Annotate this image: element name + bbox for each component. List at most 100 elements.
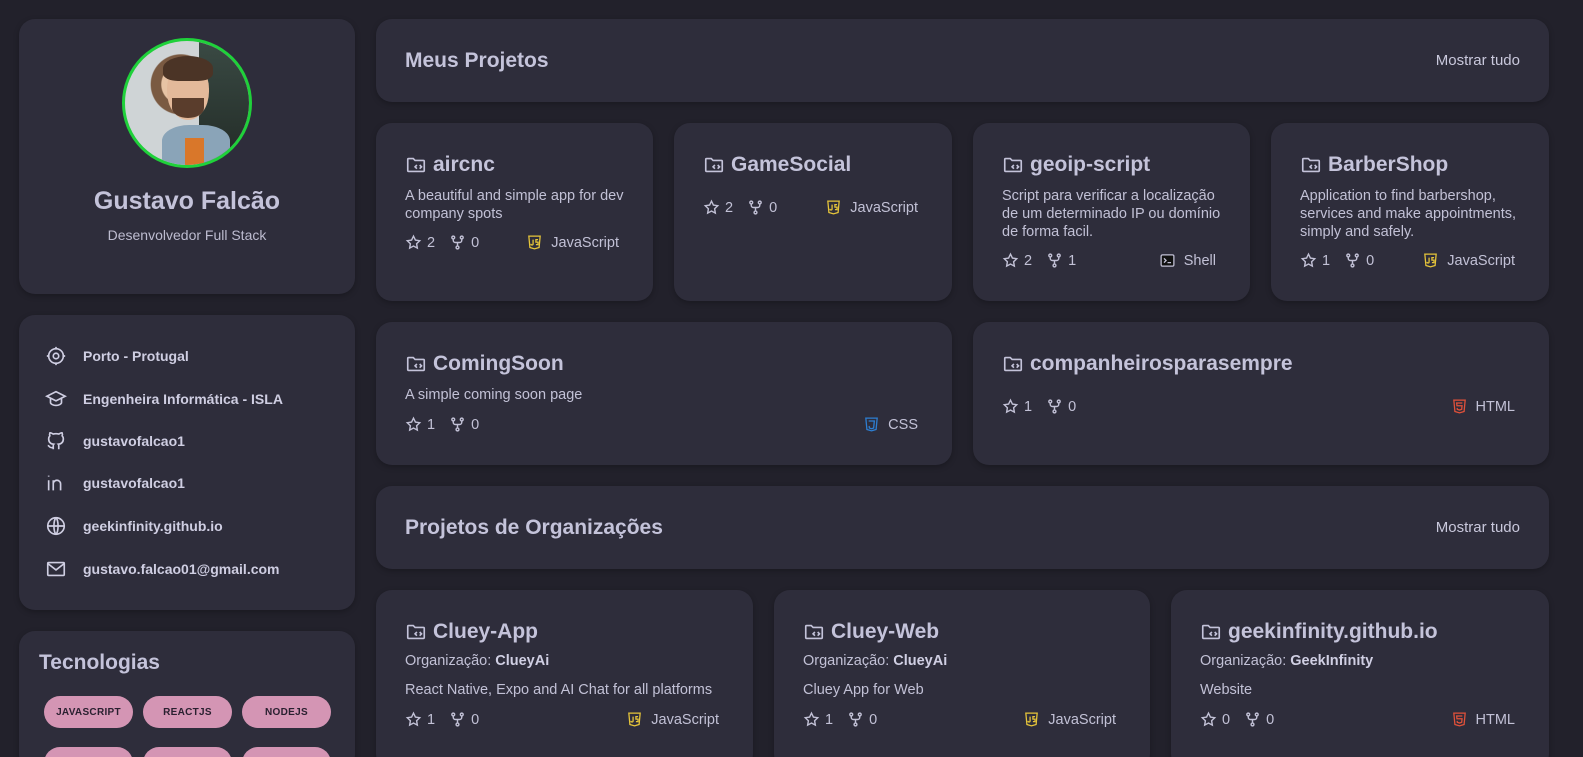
css-icon xyxy=(865,417,879,432)
repo-name[interactable]: companheirosparasempre xyxy=(1030,352,1293,376)
repo-language: HTML xyxy=(1451,398,1515,415)
repo-description: Script para verificar a localização de u… xyxy=(1002,188,1221,240)
repo-name[interactable]: aircnc xyxy=(433,153,495,177)
javascript-icon xyxy=(628,712,642,727)
repo-language: JavaScript xyxy=(526,234,619,251)
org-line: Organização: ClueyAi xyxy=(803,653,947,669)
education-row: Engenheira Informática - ISLA xyxy=(45,387,283,411)
fork-count: 0 xyxy=(471,234,480,251)
repo-name[interactable]: geoip-script xyxy=(1030,153,1150,177)
repo-name[interactable]: ComingSoon xyxy=(433,352,564,376)
email-row[interactable]: gustavo.falcao01@gmail.com xyxy=(45,557,280,581)
tech-chip: REACTJS xyxy=(143,696,232,728)
org-line: Organização: ClueyAi xyxy=(405,653,549,669)
star-count: 1 xyxy=(427,416,436,433)
repo-name[interactable]: Cluey-Web xyxy=(831,620,939,644)
linkedin-row[interactable]: gustavofalcao1 xyxy=(45,471,185,495)
projects-title: Meus Projetos xyxy=(405,49,549,72)
fork-icon xyxy=(849,712,862,727)
repo-stats: 1 0 xyxy=(405,416,479,433)
org-line: Organização: GeekInfinity xyxy=(1200,653,1373,669)
fork-icon xyxy=(451,417,464,432)
repo-header: Cluey-App xyxy=(405,620,538,644)
tech-chip-partial xyxy=(242,747,331,757)
repo-name[interactable]: geekinfinity.github.io xyxy=(1228,620,1438,644)
repo-header: Cluey-Web xyxy=(803,620,939,644)
repo-stats: 2 0 xyxy=(703,199,777,216)
star-icon xyxy=(1002,398,1019,414)
repo-card-comingsoon[interactable]: ComingSoon A simple coming soon page 1 0… xyxy=(376,322,952,465)
repo-language: JavaScript xyxy=(626,711,719,728)
org-name[interactable]: ClueyAi xyxy=(495,653,549,669)
website-link[interactable]: geekinfinity.github.io xyxy=(83,518,223,534)
star-icon xyxy=(1300,252,1317,268)
fork-count: 1 xyxy=(1068,252,1077,269)
github-link[interactable]: gustavofalcao1 xyxy=(83,433,185,449)
star-count: 1 xyxy=(427,711,436,728)
org-label: Organização: xyxy=(803,653,890,669)
profile-name: Gustavo Falcão xyxy=(93,187,281,215)
repo-card-companheirosparasempre[interactable]: companheirosparasempre 1 0 HTML xyxy=(973,322,1549,465)
fork-count: 0 xyxy=(1366,252,1375,269)
fork-icon xyxy=(1246,712,1259,727)
star-icon xyxy=(405,711,422,727)
language-name: JavaScript xyxy=(651,711,719,728)
star-icon xyxy=(405,234,422,250)
repo-card-aircnc[interactable]: aircnc A beautiful and simple app for de… xyxy=(376,123,653,301)
fork-count: 0 xyxy=(1068,398,1077,415)
javascript-icon xyxy=(827,200,841,215)
location-icon xyxy=(46,346,66,366)
org-repo-card-cluey-app[interactable]: Cluey-App Organização: ClueyAi React Nati… xyxy=(376,590,753,757)
info-card: Porto - Protugal Engenheira Informática … xyxy=(19,315,355,610)
org-projects-title: Projetos de Organizações xyxy=(405,516,663,539)
star-count: 1 xyxy=(1322,252,1331,269)
linkedin-icon xyxy=(47,475,62,491)
mail-icon xyxy=(46,561,66,577)
org-repo-card-cluey-web[interactable]: Cluey-Web Organização: ClueyAi Cluey App … xyxy=(774,590,1150,757)
fork-icon xyxy=(451,712,464,727)
repo-stats: 1 0 xyxy=(1002,398,1076,415)
language-name: JavaScript xyxy=(1048,711,1116,728)
linkedin-link[interactable]: gustavofalcao1 xyxy=(83,475,185,491)
repo-card-barbershop[interactable]: BarberShop Application to find barbersho… xyxy=(1271,123,1549,301)
org-name[interactable]: GeekInfinity xyxy=(1290,653,1373,669)
terminal-icon xyxy=(1160,254,1175,267)
profile-role: Desenvolvedor Full Stack xyxy=(107,227,267,243)
org-label: Organização: xyxy=(1200,653,1287,669)
tech-title: Tecnologias xyxy=(39,651,160,674)
org-projects-header: Projetos de Organizações Mostrar tudo xyxy=(376,486,1549,569)
location-row: Porto - Protugal xyxy=(45,344,189,368)
repo-header: aircnc xyxy=(405,153,495,177)
repo-header: BarberShop xyxy=(1300,153,1448,177)
repo-language: JavaScript xyxy=(825,199,918,216)
repo-name[interactable]: GameSocial xyxy=(731,153,851,177)
org-name[interactable]: ClueyAi xyxy=(893,653,947,669)
repo-language: Shell xyxy=(1159,252,1216,269)
graduation-cap-icon xyxy=(45,390,67,407)
repo-card-gamesocial[interactable]: GameSocial 2 0 JavaScript xyxy=(674,123,952,301)
profile-card: Gustavo Falcão Desenvolvedor Full Stack xyxy=(19,19,355,294)
tech-chip: NODEJS xyxy=(242,696,331,728)
star-count: 1 xyxy=(825,711,834,728)
repo-card-geoip-script[interactable]: geoip-script Script para verificar a loc… xyxy=(973,123,1250,301)
tech-chip-partial xyxy=(44,747,133,757)
repo-header: ComingSoon xyxy=(405,352,564,376)
repo-name[interactable]: BarberShop xyxy=(1328,153,1448,177)
star-icon xyxy=(703,199,720,215)
repo-language: HTML xyxy=(1451,711,1515,728)
email-link[interactable]: gustavo.falcao01@gmail.com xyxy=(83,561,280,577)
website-row[interactable]: geekinfinity.github.io xyxy=(45,514,223,538)
repo-name[interactable]: Cluey-App xyxy=(433,620,538,644)
repo-stats: 2 1 xyxy=(1002,252,1076,269)
repo-header: geoip-script xyxy=(1002,153,1150,177)
org-repo-card-geekinfinity[interactable]: geekinfinity.github.io Organização: GeekI… xyxy=(1171,590,1549,757)
projects-show-all-link[interactable]: Mostrar tudo xyxy=(1436,52,1520,69)
star-icon xyxy=(1002,252,1019,268)
star-count: 2 xyxy=(427,234,436,251)
language-name: HTML xyxy=(1475,398,1515,415)
tech-chip: JAVASCRIPT xyxy=(44,696,133,728)
html-icon xyxy=(1452,399,1466,414)
org-projects-show-all-link[interactable]: Mostrar tudo xyxy=(1436,519,1520,536)
language-name: JavaScript xyxy=(551,234,619,251)
github-row[interactable]: gustavofalcao1 xyxy=(45,429,185,453)
